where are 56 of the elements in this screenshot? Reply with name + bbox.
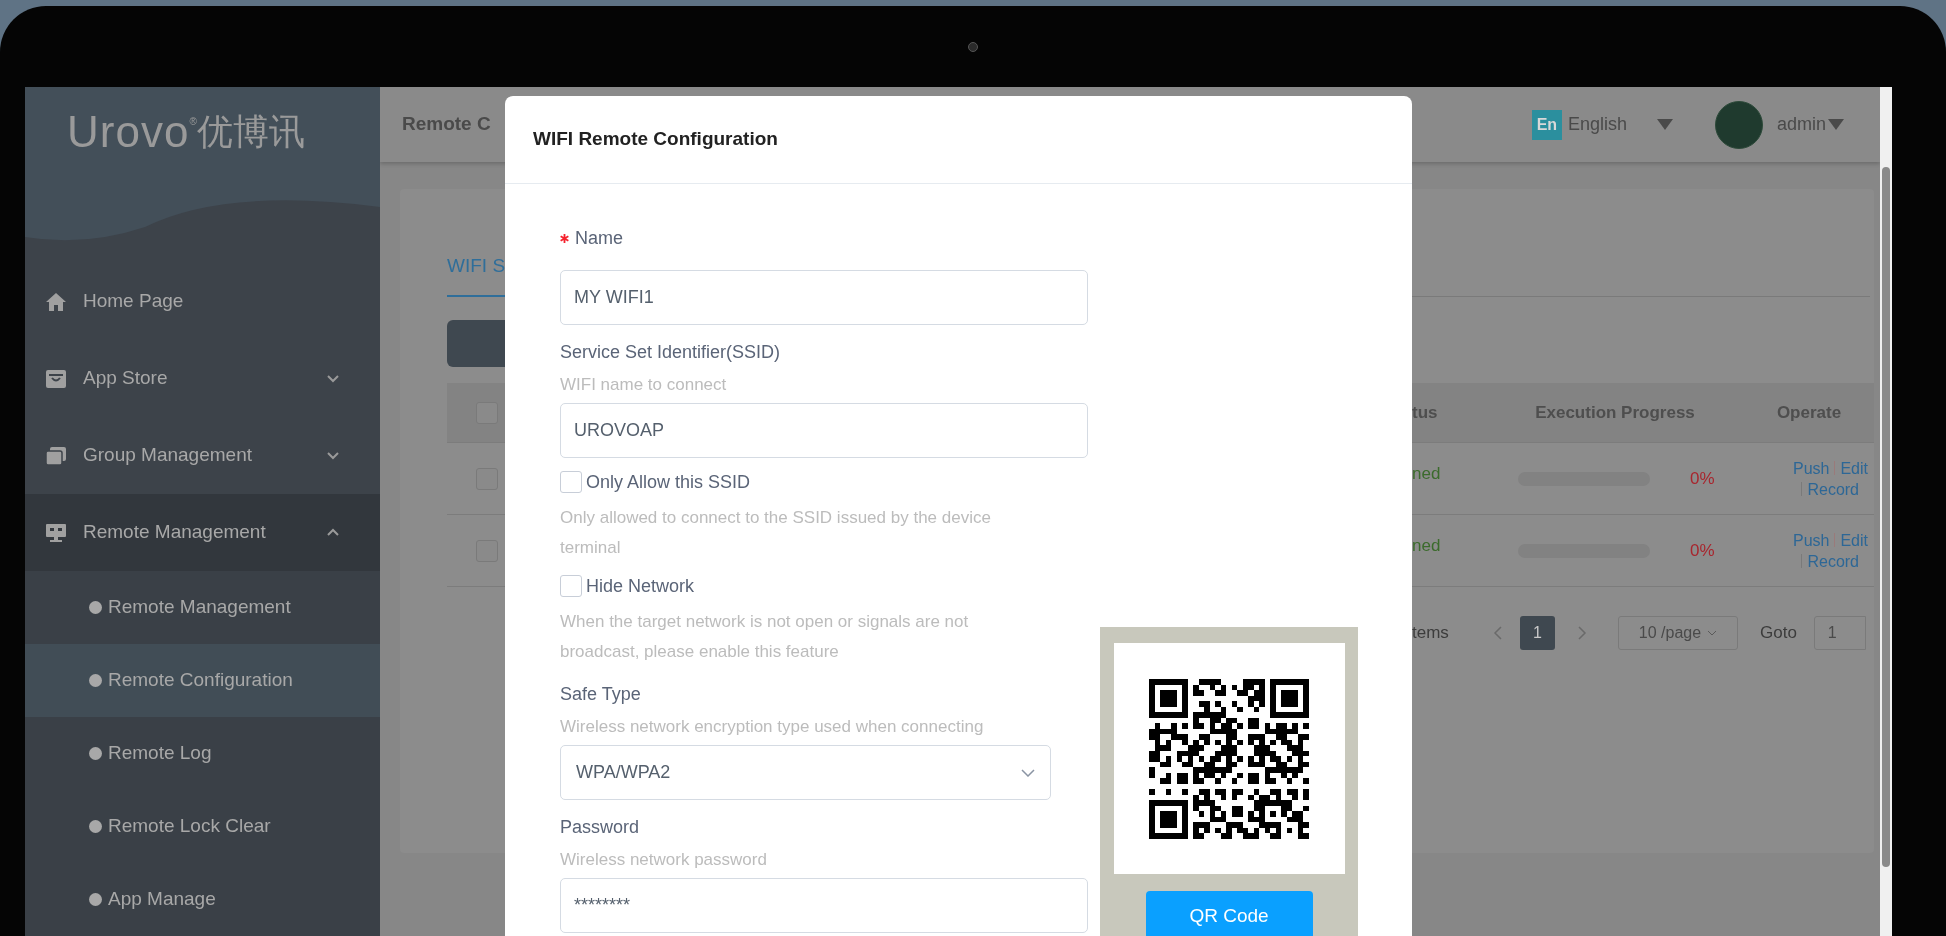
chevron-up-icon	[326, 528, 340, 537]
checkbox[interactable]	[560, 471, 582, 493]
language-badge: En	[1531, 109, 1562, 140]
chevron-right-icon[interactable]	[1577, 625, 1587, 641]
checkbox-label: Hide Network	[586, 574, 695, 598]
monitor-icon	[45, 522, 67, 543]
field-hint: Wireless network password	[560, 849, 768, 871]
language-dropdown[interactable]: English	[1567, 111, 1673, 138]
nav-item[interactable]: Remote Management	[25, 494, 380, 571]
select-field[interactable]: WPA/WPA2	[560, 745, 1051, 800]
status-text: ned	[1412, 534, 1442, 557]
goto-input[interactable]: 1	[1813, 616, 1866, 650]
bullet-icon	[89, 893, 102, 906]
chevron-down-icon	[1707, 630, 1718, 636]
user-menu[interactable]: admin	[1776, 111, 1844, 138]
progress-percent: 0%	[1690, 467, 1716, 490]
bullet-icon	[89, 601, 102, 614]
total-items-text: tems	[1412, 622, 1450, 645]
logo: Urovo®优博讯	[67, 107, 305, 157]
bullet-icon	[89, 747, 102, 760]
field-hint: WIFI name to connect	[560, 374, 728, 396]
progress-percent: 0%	[1690, 539, 1716, 562]
toolbar-button[interactable]	[447, 320, 505, 367]
home-icon	[45, 291, 67, 312]
modal-title: WIFI Remote Configuration	[533, 127, 778, 152]
field-label: Safe Type	[560, 682, 641, 706]
field-label: Service Set Identifier(SSID)	[560, 340, 781, 364]
field-help: When the target network is not open or signals are not broadcast, please enable this feature	[560, 611, 970, 663]
folders-icon	[45, 445, 67, 466]
caret-icon	[1656, 119, 1673, 130]
scrollbar-thumb[interactable]	[1882, 167, 1890, 867]
caret-icon	[1828, 119, 1844, 130]
nav-subitem[interactable]: Remote Configuration	[25, 644, 380, 717]
bullet-icon	[89, 820, 102, 833]
field-help: Only allowed to connect to the SSID issued by the device terminal	[560, 507, 992, 559]
chevron-down-icon	[326, 374, 340, 383]
chevron-left-icon[interactable]	[1493, 625, 1503, 641]
camera-icon	[968, 41, 978, 52]
text-field[interactable]: UROVOAP	[560, 403, 1088, 458]
checkbox-label: Only Allow this SSID	[586, 470, 751, 494]
qr-code-button[interactable]: QR Code	[1145, 891, 1313, 936]
password-field[interactable]: ********	[560, 878, 1088, 933]
text-field[interactable]: MY WIFI1	[560, 270, 1088, 325]
bullet-icon	[89, 674, 102, 687]
goto-label: Goto	[1760, 622, 1797, 645]
checkbox[interactable]	[560, 575, 582, 597]
store-icon	[45, 368, 67, 389]
field-hint: Wireless network encryption type used when connecting	[560, 716, 985, 738]
page-button[interactable]: 1	[1520, 616, 1555, 650]
field-label: Name	[575, 226, 623, 250]
status-text: ned	[1412, 462, 1442, 485]
page-size-select[interactable]: 10 /page	[1618, 616, 1738, 650]
field-label: Password	[560, 815, 640, 839]
chevron-down-icon	[1021, 768, 1035, 777]
breadcrumb: Remote C	[402, 112, 491, 137]
chevron-down-icon	[326, 451, 340, 460]
